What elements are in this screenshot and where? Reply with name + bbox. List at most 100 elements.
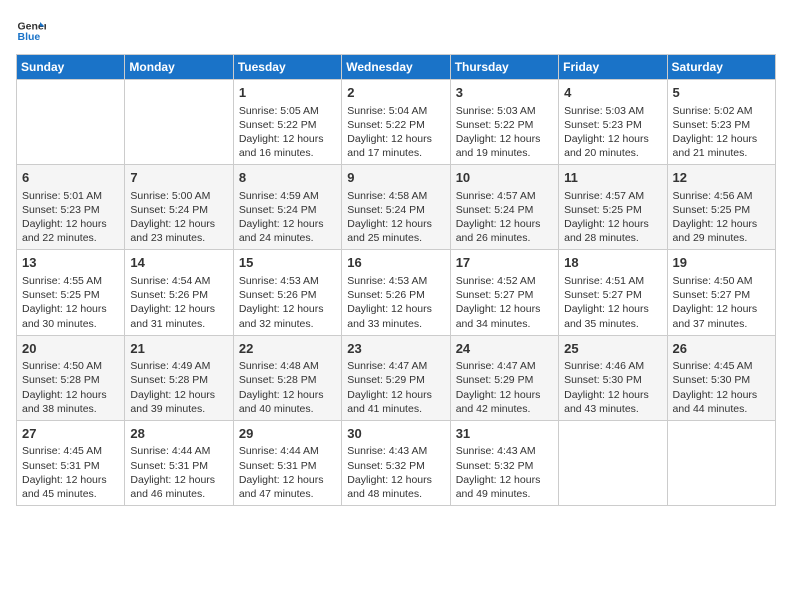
day-info: Daylight: 12 hours and 17 minutes.	[347, 132, 444, 160]
day-info: Sunrise: 4:44 AM	[239, 444, 336, 458]
day-info: Sunrise: 5:04 AM	[347, 104, 444, 118]
day-info: Sunrise: 4:43 AM	[347, 444, 444, 458]
day-info: Daylight: 12 hours and 43 minutes.	[564, 388, 661, 416]
day-info: Daylight: 12 hours and 49 minutes.	[456, 473, 553, 501]
day-number: 16	[347, 254, 444, 272]
day-info: Sunrise: 4:56 AM	[673, 189, 770, 203]
day-info: Daylight: 12 hours and 38 minutes.	[22, 388, 119, 416]
calendar-cell: 4Sunrise: 5:03 AMSunset: 5:23 PMDaylight…	[559, 80, 667, 165]
logo-icon: General Blue	[16, 16, 46, 46]
calendar-cell: 9Sunrise: 4:58 AMSunset: 5:24 PMDaylight…	[342, 165, 450, 250]
calendar-header-tuesday: Tuesday	[233, 55, 341, 80]
calendar-cell	[17, 80, 125, 165]
day-info: Sunrise: 4:57 AM	[456, 189, 553, 203]
day-info: Sunset: 5:25 PM	[564, 203, 661, 217]
day-info: Sunrise: 5:02 AM	[673, 104, 770, 118]
day-info: Daylight: 12 hours and 26 minutes.	[456, 217, 553, 245]
day-number: 17	[456, 254, 553, 272]
day-info: Sunset: 5:22 PM	[347, 118, 444, 132]
calendar-cell: 28Sunrise: 4:44 AMSunset: 5:31 PMDayligh…	[125, 420, 233, 505]
day-number: 13	[22, 254, 119, 272]
day-number: 14	[130, 254, 227, 272]
day-info: Sunset: 5:32 PM	[456, 459, 553, 473]
day-info: Daylight: 12 hours and 48 minutes.	[347, 473, 444, 501]
day-number: 1	[239, 84, 336, 102]
calendar-cell: 8Sunrise: 4:59 AMSunset: 5:24 PMDaylight…	[233, 165, 341, 250]
day-info: Sunset: 5:27 PM	[673, 288, 770, 302]
day-info: Sunset: 5:31 PM	[22, 459, 119, 473]
calendar-cell: 21Sunrise: 4:49 AMSunset: 5:28 PMDayligh…	[125, 335, 233, 420]
day-number: 26	[673, 340, 770, 358]
day-number: 30	[347, 425, 444, 443]
day-number: 3	[456, 84, 553, 102]
calendar-cell	[667, 420, 775, 505]
day-info: Sunrise: 4:59 AM	[239, 189, 336, 203]
day-info: Daylight: 12 hours and 42 minutes.	[456, 388, 553, 416]
day-info: Sunrise: 5:05 AM	[239, 104, 336, 118]
calendar-cell: 7Sunrise: 5:00 AMSunset: 5:24 PMDaylight…	[125, 165, 233, 250]
day-number: 7	[130, 169, 227, 187]
calendar-cell: 30Sunrise: 4:43 AMSunset: 5:32 PMDayligh…	[342, 420, 450, 505]
calendar-cell: 17Sunrise: 4:52 AMSunset: 5:27 PMDayligh…	[450, 250, 558, 335]
day-number: 29	[239, 425, 336, 443]
day-number: 10	[456, 169, 553, 187]
day-info: Sunrise: 4:58 AM	[347, 189, 444, 203]
calendar-cell: 2Sunrise: 5:04 AMSunset: 5:22 PMDaylight…	[342, 80, 450, 165]
day-info: Sunset: 5:26 PM	[130, 288, 227, 302]
calendar-cell: 20Sunrise: 4:50 AMSunset: 5:28 PMDayligh…	[17, 335, 125, 420]
calendar-header-row: SundayMondayTuesdayWednesdayThursdayFrid…	[17, 55, 776, 80]
day-info: Sunrise: 4:45 AM	[673, 359, 770, 373]
calendar-cell: 27Sunrise: 4:45 AMSunset: 5:31 PMDayligh…	[17, 420, 125, 505]
calendar-cell	[125, 80, 233, 165]
day-info: Daylight: 12 hours and 35 minutes.	[564, 302, 661, 330]
calendar-cell: 3Sunrise: 5:03 AMSunset: 5:22 PMDaylight…	[450, 80, 558, 165]
day-info: Sunrise: 4:50 AM	[22, 359, 119, 373]
day-info: Sunset: 5:24 PM	[456, 203, 553, 217]
calendar-week-3: 13Sunrise: 4:55 AMSunset: 5:25 PMDayligh…	[17, 250, 776, 335]
day-info: Sunset: 5:27 PM	[456, 288, 553, 302]
calendar-cell: 23Sunrise: 4:47 AMSunset: 5:29 PMDayligh…	[342, 335, 450, 420]
day-info: Sunset: 5:23 PM	[564, 118, 661, 132]
day-info: Sunrise: 4:47 AM	[347, 359, 444, 373]
day-info: Sunrise: 4:46 AM	[564, 359, 661, 373]
day-info: Daylight: 12 hours and 37 minutes.	[673, 302, 770, 330]
day-info: Daylight: 12 hours and 21 minutes.	[673, 132, 770, 160]
day-info: Daylight: 12 hours and 20 minutes.	[564, 132, 661, 160]
day-info: Sunset: 5:22 PM	[239, 118, 336, 132]
day-number: 4	[564, 84, 661, 102]
calendar-cell: 6Sunrise: 5:01 AMSunset: 5:23 PMDaylight…	[17, 165, 125, 250]
calendar-cell: 22Sunrise: 4:48 AMSunset: 5:28 PMDayligh…	[233, 335, 341, 420]
day-number: 18	[564, 254, 661, 272]
day-number: 24	[456, 340, 553, 358]
day-info: Daylight: 12 hours and 39 minutes.	[130, 388, 227, 416]
day-info: Sunrise: 4:47 AM	[456, 359, 553, 373]
day-info: Sunset: 5:32 PM	[347, 459, 444, 473]
day-info: Sunrise: 4:48 AM	[239, 359, 336, 373]
day-info: Daylight: 12 hours and 25 minutes.	[347, 217, 444, 245]
calendar-cell: 19Sunrise: 4:50 AMSunset: 5:27 PMDayligh…	[667, 250, 775, 335]
day-number: 15	[239, 254, 336, 272]
calendar-header-saturday: Saturday	[667, 55, 775, 80]
day-info: Sunset: 5:23 PM	[22, 203, 119, 217]
calendar-cell: 25Sunrise: 4:46 AMSunset: 5:30 PMDayligh…	[559, 335, 667, 420]
calendar-week-4: 20Sunrise: 4:50 AMSunset: 5:28 PMDayligh…	[17, 335, 776, 420]
calendar-cell: 31Sunrise: 4:43 AMSunset: 5:32 PMDayligh…	[450, 420, 558, 505]
logo: General Blue	[16, 16, 50, 46]
day-info: Sunrise: 4:54 AM	[130, 274, 227, 288]
day-info: Sunset: 5:30 PM	[673, 373, 770, 387]
day-number: 21	[130, 340, 227, 358]
day-info: Daylight: 12 hours and 47 minutes.	[239, 473, 336, 501]
day-info: Sunset: 5:28 PM	[239, 373, 336, 387]
calendar-week-2: 6Sunrise: 5:01 AMSunset: 5:23 PMDaylight…	[17, 165, 776, 250]
day-info: Sunrise: 4:50 AM	[673, 274, 770, 288]
calendar-week-5: 27Sunrise: 4:45 AMSunset: 5:31 PMDayligh…	[17, 420, 776, 505]
calendar-header-wednesday: Wednesday	[342, 55, 450, 80]
day-info: Daylight: 12 hours and 22 minutes.	[22, 217, 119, 245]
calendar-cell: 15Sunrise: 4:53 AMSunset: 5:26 PMDayligh…	[233, 250, 341, 335]
calendar-cell: 1Sunrise: 5:05 AMSunset: 5:22 PMDaylight…	[233, 80, 341, 165]
calendar-cell: 16Sunrise: 4:53 AMSunset: 5:26 PMDayligh…	[342, 250, 450, 335]
day-info: Sunrise: 5:03 AM	[456, 104, 553, 118]
day-info: Sunset: 5:25 PM	[22, 288, 119, 302]
day-number: 5	[673, 84, 770, 102]
calendar-cell: 29Sunrise: 4:44 AMSunset: 5:31 PMDayligh…	[233, 420, 341, 505]
